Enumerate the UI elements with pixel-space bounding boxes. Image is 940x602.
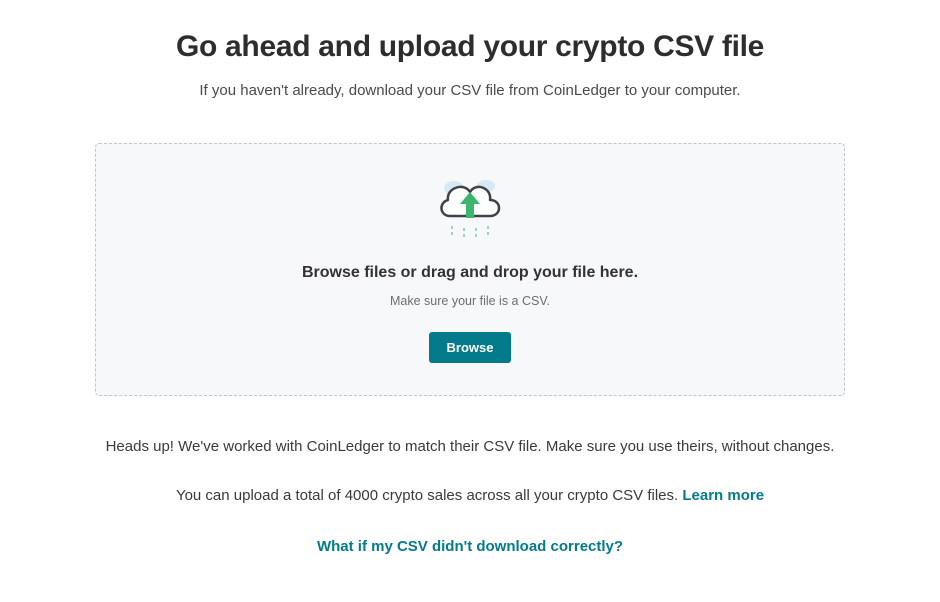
upload-page: Go ahead and upload your crypto CSV file…: [0, 0, 940, 555]
file-dropzone[interactable]: Browse files or drag and drop your file …: [95, 143, 845, 396]
upload-limit-note: You can upload a total of 4000 crypto sa…: [50, 487, 890, 504]
dropzone-hint: Make sure your file is a CSV.: [390, 294, 550, 308]
browse-button[interactable]: Browse: [429, 332, 512, 363]
heads-up-note: Heads up! We've worked with CoinLedger t…: [50, 436, 890, 459]
csv-help-link[interactable]: What if my CSV didn't download correctly…: [50, 538, 890, 555]
upload-limit-text: You can upload a total of 4000 crypto sa…: [176, 487, 682, 504]
page-title: Go ahead and upload your crypto CSV file: [50, 30, 890, 64]
cloud-upload-icon: [430, 170, 510, 244]
page-subtitle: If you haven't already, download your CS…: [50, 82, 890, 99]
learn-more-link[interactable]: Learn more: [682, 487, 764, 504]
dropzone-instruction: Browse files or drag and drop your file …: [302, 264, 638, 282]
